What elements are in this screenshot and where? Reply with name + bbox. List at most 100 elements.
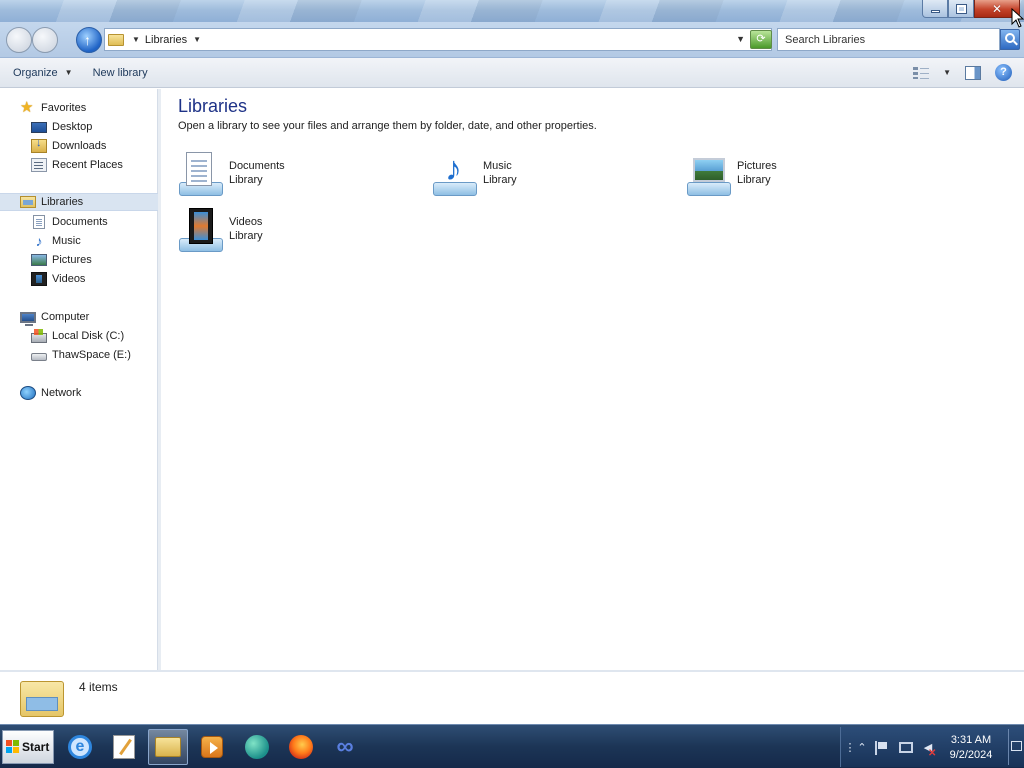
nav-item-label: Recent Places [52, 159, 123, 171]
more-views-icon[interactable]: ▼ [943, 68, 951, 77]
nav-item-downloads[interactable]: Downloads [31, 137, 106, 155]
up-arrow-icon: ↑ [84, 32, 91, 48]
nav-item-label: Desktop [52, 121, 93, 133]
documents-library-icon [177, 150, 225, 198]
windows-logo-icon [6, 740, 20, 754]
desktop-icon [31, 121, 47, 133]
nav-item-documents[interactable]: Documents [31, 213, 108, 231]
library-tile-documents[interactable]: Documents Library [177, 150, 417, 202]
browser-icon [245, 735, 269, 759]
minimize-button[interactable] [922, 0, 948, 18]
recent-places-icon [31, 158, 47, 172]
taskbar-internet-explorer[interactable]: e [60, 729, 100, 765]
nav-network-label: Network [41, 387, 82, 399]
close-icon: ✕ [991, 1, 1003, 16]
downloads-icon [31, 137, 47, 153]
command-bar: Organize ▼ New library ▼ ? [0, 58, 1024, 88]
firefox-icon [289, 735, 313, 759]
breadcrumb-dropdown-icon[interactable]: ▼ [193, 35, 201, 44]
start-button[interactable]: Start [2, 730, 54, 764]
videos-icon [31, 272, 47, 286]
new-library-button[interactable]: New library [93, 67, 148, 79]
nav-item-pictures[interactable]: Pictures [31, 251, 92, 269]
infinity-app-icon: ∞ [336, 733, 354, 760]
nav-item-local-disk[interactable]: Local Disk (C:) [31, 327, 124, 345]
star-icon: ★ [20, 99, 34, 116]
content-area: Libraries Open a library to see your fil… [161, 89, 1024, 670]
taskbar-browser[interactable] [237, 729, 277, 765]
network-icon [20, 386, 36, 400]
chevron-down-icon: ▼ [64, 68, 73, 77]
nav-item-videos[interactable]: Videos [31, 270, 85, 288]
documents-icon [33, 215, 45, 229]
back-button[interactable] [6, 27, 32, 53]
change-view-icon[interactable] [913, 66, 930, 79]
taskbar: Start e ∞ ⋮ ⌃ ◀ ✕ 3:31 AM 9/2/2024 [0, 724, 1024, 768]
nav-item-recent-places[interactable]: Recent Places [31, 156, 123, 174]
taskbar-infinity-app[interactable]: ∞ [325, 729, 365, 765]
library-type: Library [229, 230, 263, 242]
network-status-icon[interactable] [899, 742, 913, 753]
nav-item-label: Videos [52, 273, 86, 285]
navigation-pane: ★ Favorites Desktop Downloads Recent Pla… [0, 89, 158, 670]
notification-area: ⋮ ⌃ ◀ ✕ 3:31 AM 9/2/2024 [840, 727, 1024, 767]
pictures-library-icon [685, 150, 733, 198]
details-pane: 4 items [0, 670, 1024, 722]
help-icon[interactable]: ? [995, 64, 1012, 81]
organize-label: Organize [13, 66, 58, 79]
nav-item-label: Downloads [52, 140, 107, 152]
library-name: Documents [229, 160, 285, 172]
library-tile-music[interactable]: ♪ Music Library [431, 150, 671, 202]
library-type: Library [483, 174, 517, 186]
show-desktop-button[interactable] [1008, 729, 1022, 765]
address-history-dropdown-icon[interactable]: ▼ [736, 34, 745, 44]
up-button[interactable]: ↑ [76, 27, 102, 53]
search-button[interactable] [1000, 29, 1020, 50]
libraries-folder-icon [20, 677, 64, 719]
show-desktop-icon [1011, 741, 1022, 751]
nav-favorites[interactable]: ★ Favorites [20, 99, 86, 117]
nav-libraries[interactable]: Libraries [0, 193, 158, 211]
system-clock[interactable]: 3:31 AM 9/2/2024 [941, 733, 1001, 763]
action-center-flag-icon[interactable] [875, 741, 889, 755]
media-player-icon [201, 736, 223, 758]
refresh-button[interactable]: ⟳ [750, 30, 772, 49]
preview-pane-icon[interactable] [965, 65, 981, 80]
nav-computer-label: Computer [41, 311, 90, 323]
page-title: Libraries [178, 96, 248, 116]
new-library-label: New library [92, 66, 148, 79]
breadcrumb-chevron-icon[interactable]: ▼ [132, 35, 140, 44]
pictures-icon [31, 254, 47, 266]
nav-item-music[interactable]: ♪ Music [31, 232, 81, 250]
organize-button[interactable]: Organize ▼ [13, 67, 73, 79]
clock-date: 9/2/2024 [949, 749, 993, 761]
taskbar-media-player[interactable] [192, 729, 232, 765]
nav-item-label: Local Disk (C:) [52, 330, 125, 342]
search-placeholder: Search Libraries [785, 33, 866, 46]
computer-icon [20, 311, 36, 326]
nav-item-label: ThawSpace (E:) [52, 349, 131, 361]
nav-item-desktop[interactable]: Desktop [31, 118, 92, 136]
taskbar-notepad[interactable] [104, 729, 144, 765]
address-bar[interactable]: ▼ Libraries ▼ ▼ [104, 28, 772, 51]
breadcrumb-libraries[interactable]: Libraries [145, 34, 187, 46]
clock-time: 3:31 AM [950, 734, 992, 746]
library-tile-videos[interactable]: Videos Library [177, 206, 417, 258]
view-controls: ▼ ? [913, 64, 1012, 81]
taskbar-windows-explorer[interactable] [148, 729, 188, 765]
nav-item-thawspace[interactable]: ThawSpace (E:) [31, 346, 131, 364]
forward-button[interactable] [32, 27, 58, 53]
item-count: 4 items [79, 680, 118, 694]
refresh-icon: ⟳ [756, 33, 766, 45]
videos-library-icon [177, 206, 225, 254]
nav-network[interactable]: Network [20, 384, 81, 402]
show-hidden-icons-icon[interactable]: ⌃ [855, 741, 869, 755]
music-library-icon: ♪ [431, 150, 479, 198]
maximize-button[interactable] [948, 0, 974, 18]
search-input[interactable]: Search Libraries [777, 28, 1000, 51]
nav-computer[interactable]: Computer [20, 308, 89, 326]
library-tile-pictures[interactable]: Pictures Library [685, 150, 925, 202]
restore-icon [955, 3, 967, 14]
taskbar-firefox[interactable] [281, 729, 321, 765]
volume-muted-icon[interactable]: ◀ ✕ [921, 741, 937, 759]
